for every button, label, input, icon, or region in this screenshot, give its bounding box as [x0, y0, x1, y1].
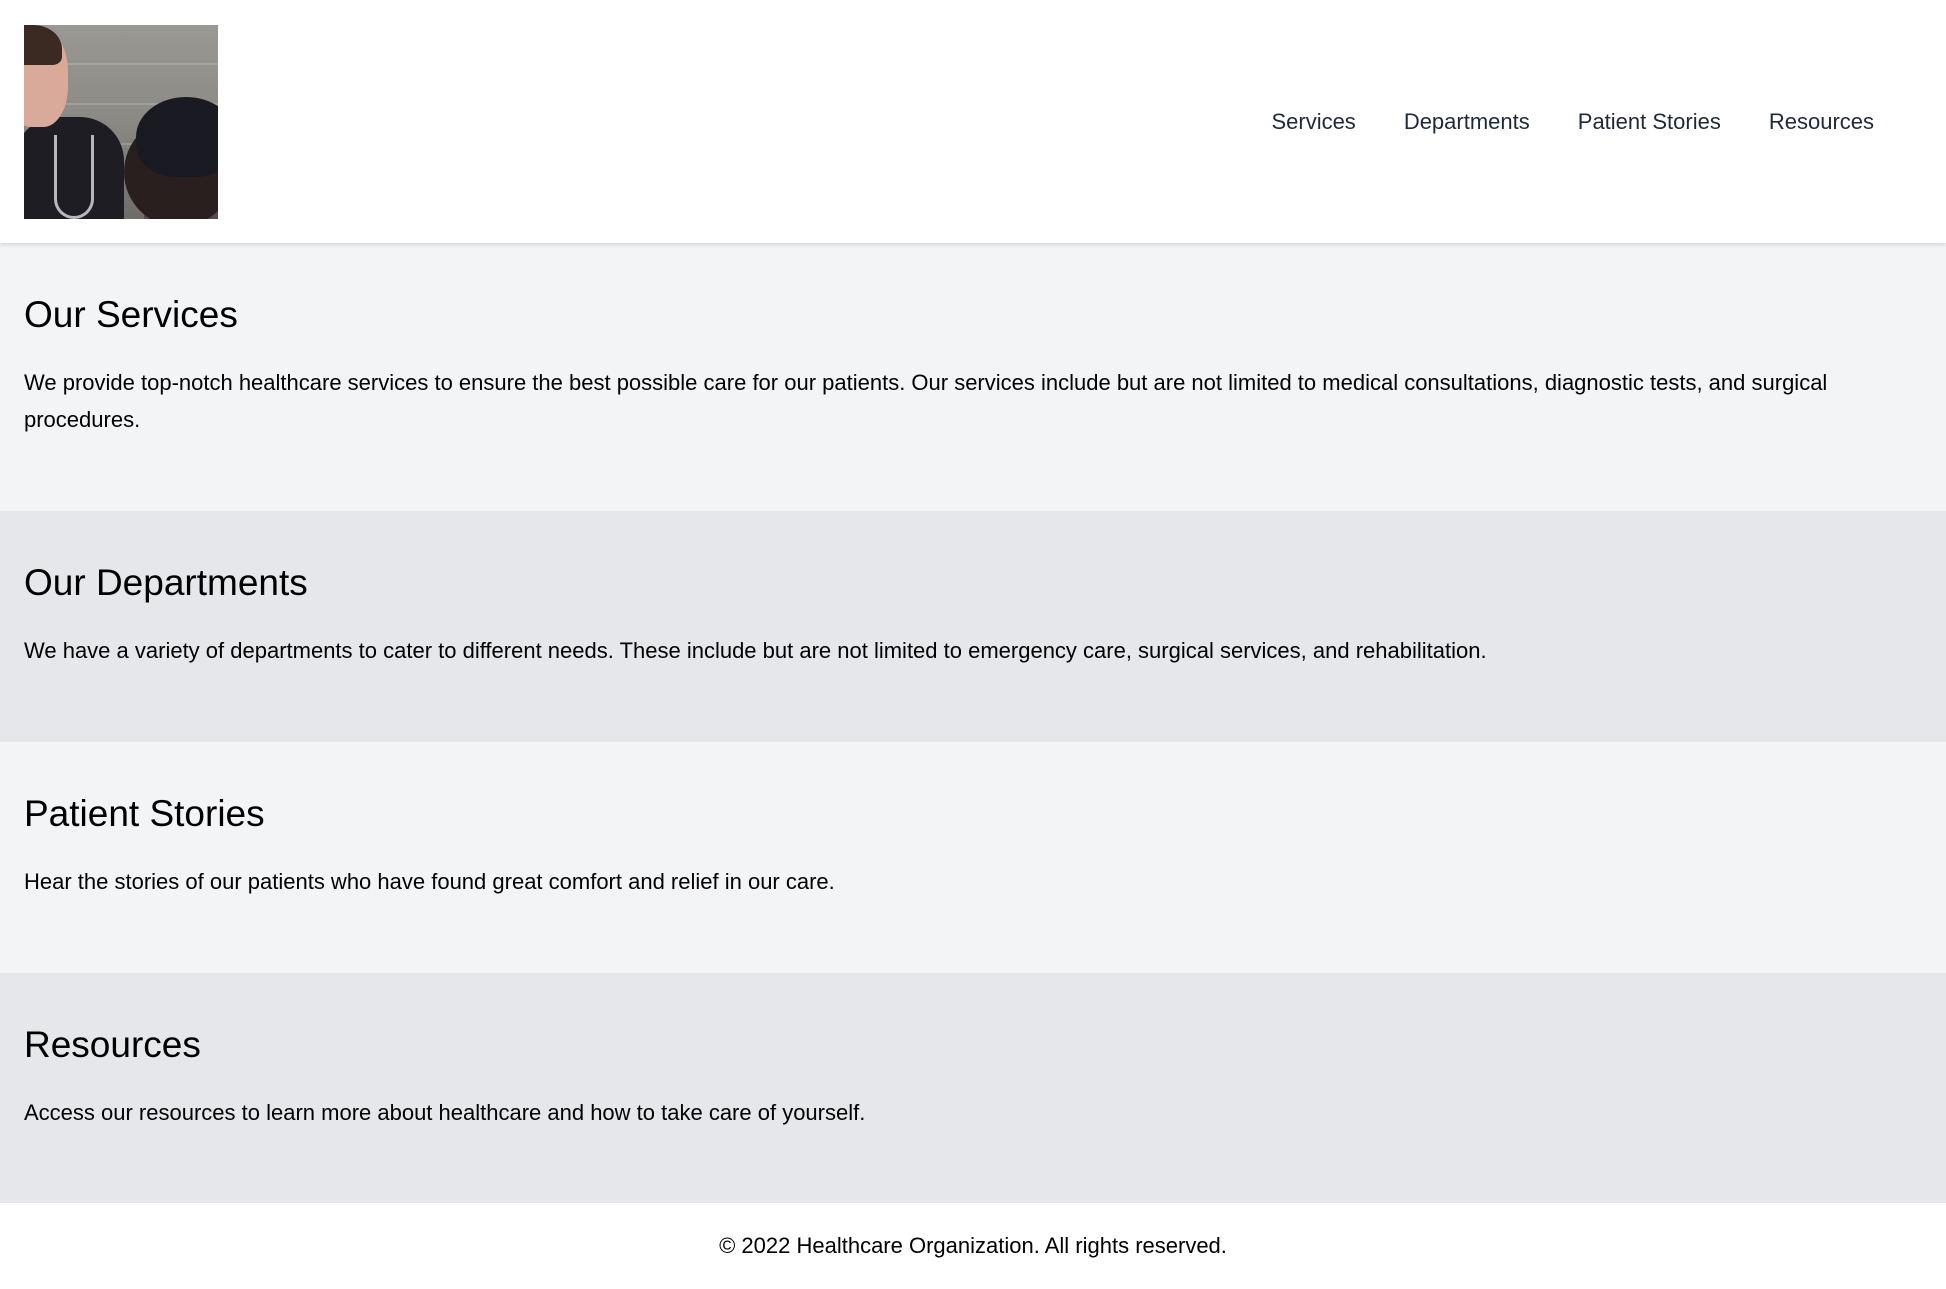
section-title: Our Departments [24, 562, 308, 603]
section-title: Patient Stories [24, 793, 265, 834]
main-content: Our Services We provide top-notch health… [0, 243, 1946, 1203]
resources-section: Resources Access our resources to learn … [0, 973, 1946, 1203]
departments-section: Our Departments We have a variety of dep… [0, 511, 1946, 742]
section-body: We have a variety of departments to cate… [24, 638, 1487, 663]
section-body: Hear the stories of our patients who hav… [24, 869, 835, 894]
site-header: Services Departments Patient Stories Res… [0, 0, 1946, 243]
nav-link-services[interactable]: Services [1247, 103, 1379, 140]
nav-link-resources[interactable]: Resources [1745, 103, 1898, 140]
logo-stethoscope [54, 134, 94, 219]
site-footer: © 2022 Healthcare Organization. All righ… [0, 1203, 1946, 1289]
nav-link-departments[interactable]: Departments [1380, 103, 1554, 140]
logo-patient-cap [136, 96, 218, 177]
logo-doctor-hair [24, 24, 62, 65]
logo-image[interactable] [24, 24, 218, 219]
copyright-text: © 2022 Healthcare Organization. All righ… [719, 1233, 1227, 1258]
section-title: Resources [24, 1024, 201, 1065]
nav-link-patient-stories[interactable]: Patient Stories [1554, 103, 1745, 140]
services-section: Our Services We provide top-notch health… [0, 243, 1946, 511]
patient-stories-section: Patient Stories Hear the stories of our … [0, 742, 1946, 973]
section-body: Access our resources to learn more about… [24, 1100, 866, 1125]
main-nav: Services Departments Patient Stories Res… [1247, 103, 1898, 140]
section-title: Our Services [24, 294, 238, 335]
section-body: We provide top-notch healthcare services… [24, 370, 1828, 432]
